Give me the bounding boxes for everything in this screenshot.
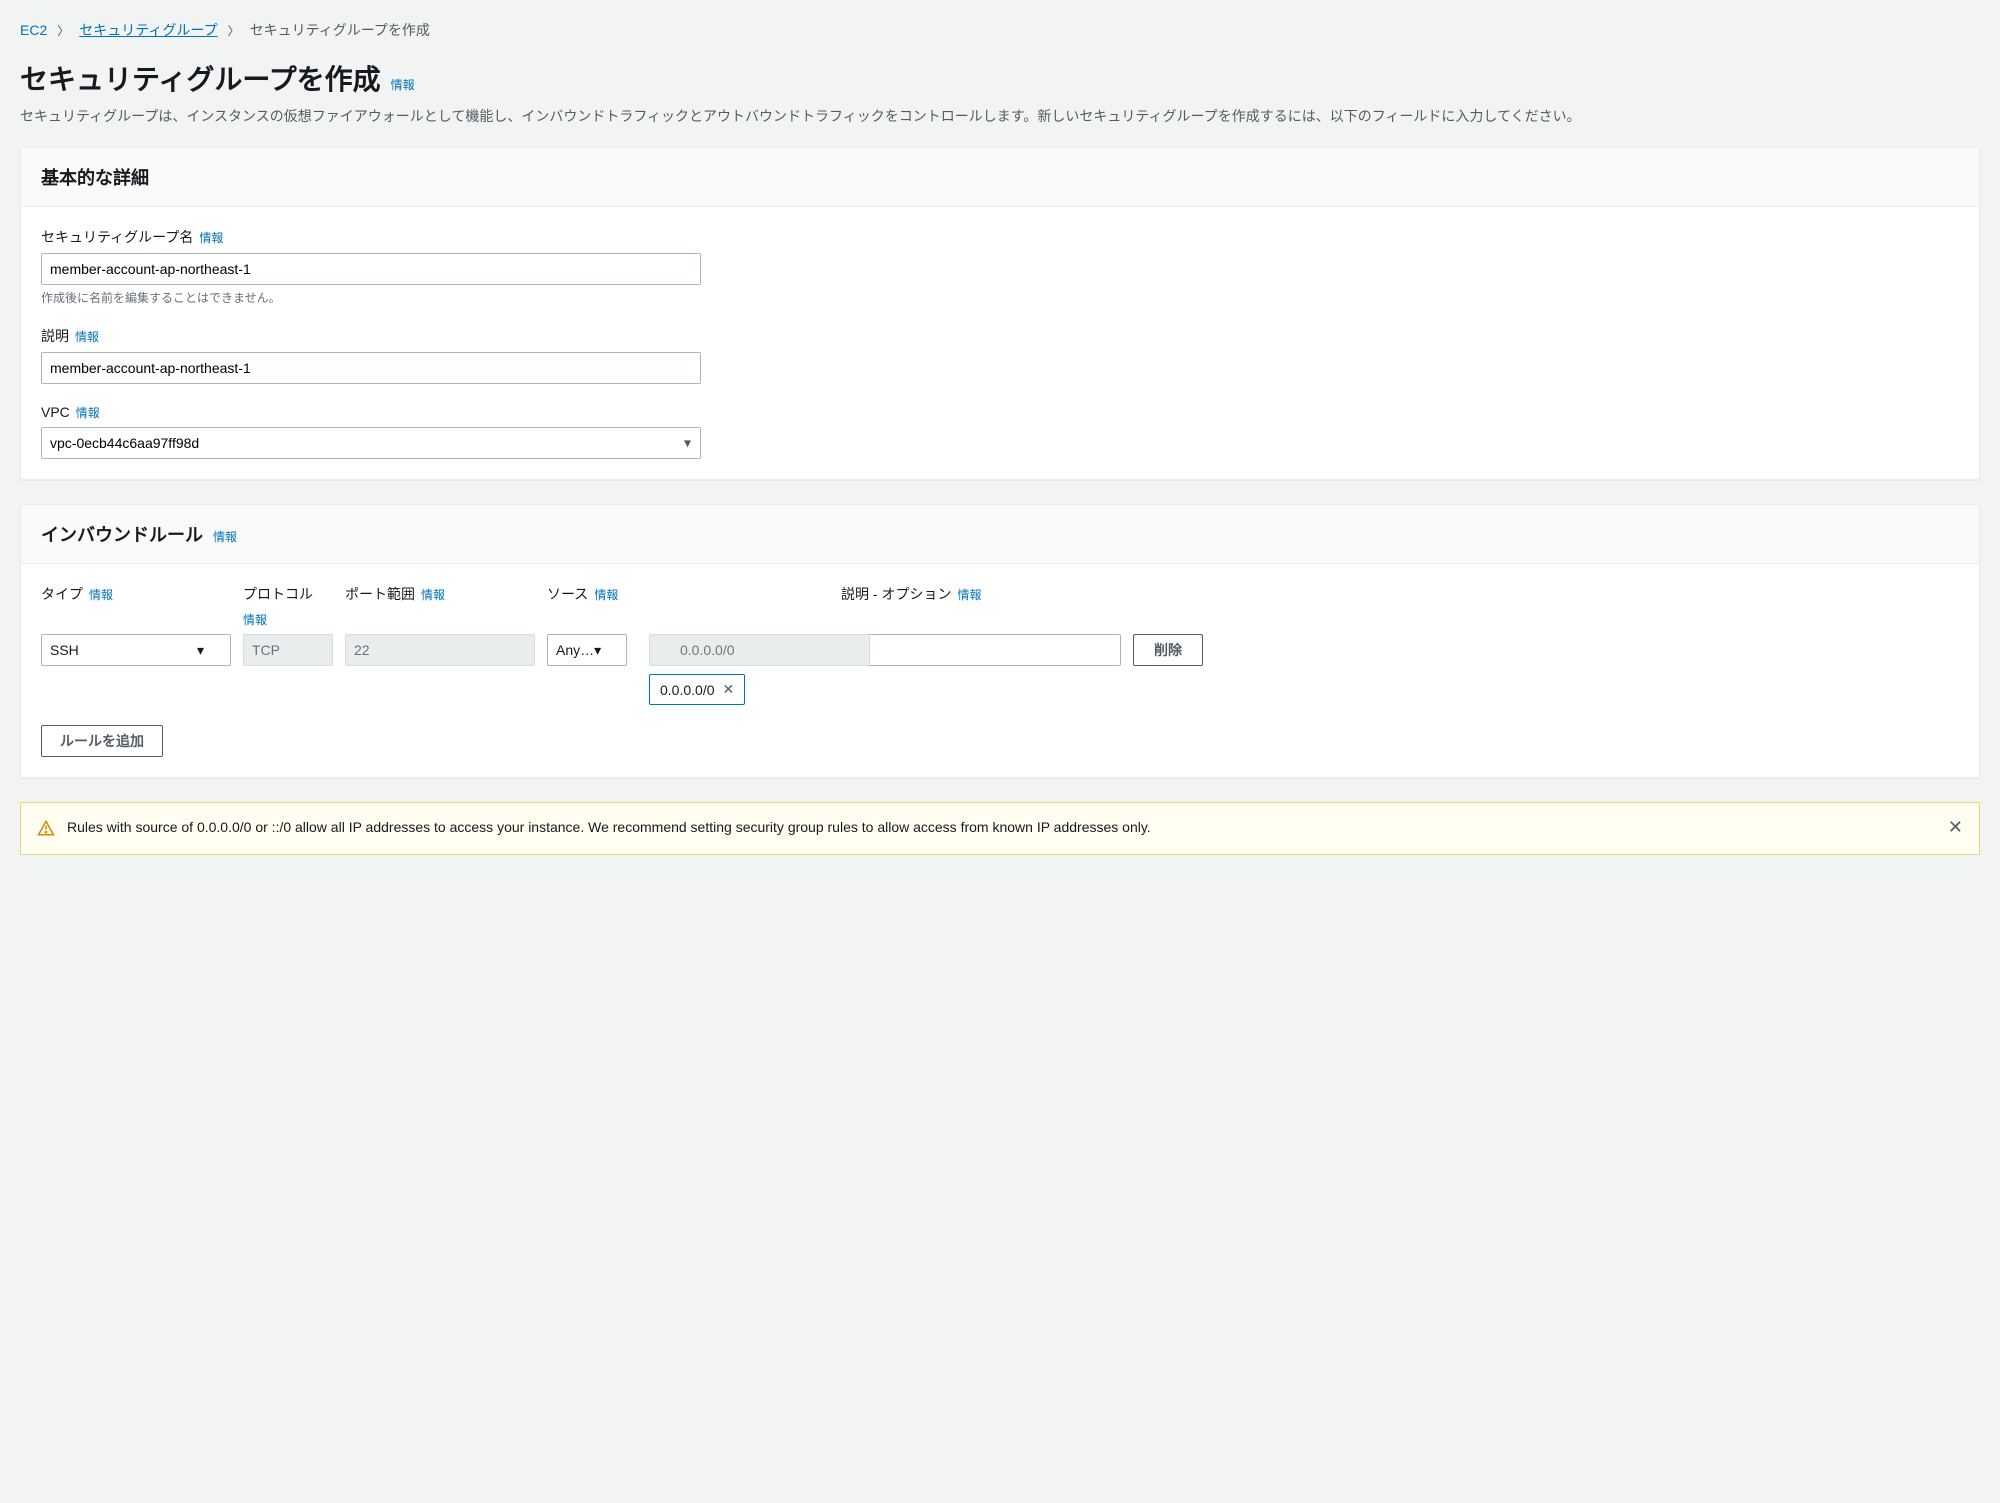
breadcrumb: EC2 〉 セキュリティグループ 〉 セキュリティグループを作成 <box>20 20 1980 40</box>
source-cidr-value: 0.0.0.0/0 <box>660 682 715 698</box>
inbound-rules-title: インバウンドルール <box>41 521 203 547</box>
basic-details-panel: 基本的な詳細 セキュリティグループ名 情報 作成後に名前を編集することはできませ… <box>20 147 1980 480</box>
col-desc: 説明 - オプション <box>841 584 951 604</box>
sg-name-input[interactable] <box>41 253 701 285</box>
info-link[interactable]: 情報 <box>243 611 267 628</box>
rule-source-type-select[interactable]: Any… ▾ <box>547 634 627 666</box>
panel-header-inbound: インバウンドルール 情報 <box>21 505 1979 564</box>
rules-header-row: タイプ 情報 プロトコル 情報 ポート範囲 情報 ソース 情報 説明 - オプシ… <box>41 584 1959 628</box>
inbound-rules-panel: インバウンドルール 情報 タイプ 情報 プロトコル 情報 ポート範囲 情報 ソー… <box>20 504 1980 778</box>
warning-message: Rules with source of 0.0.0.0/0 or ::/0 a… <box>67 817 1936 838</box>
caret-down-icon: ▾ <box>197 642 204 659</box>
info-link[interactable]: 情報 <box>213 528 237 545</box>
breadcrumb-current: セキュリティグループを作成 <box>250 20 430 40</box>
info-link[interactable]: 情報 <box>76 404 100 421</box>
add-rule-button[interactable]: ルールを追加 <box>41 725 163 757</box>
col-port: ポート範囲 <box>345 584 415 604</box>
vpc-select[interactable] <box>41 427 701 459</box>
page-title-text: セキュリティグループを作成 <box>20 58 381 98</box>
col-source: ソース <box>547 584 588 604</box>
rule-source-search[interactable] <box>649 634 870 666</box>
warning-icon <box>37 819 55 840</box>
info-link[interactable]: 情報 <box>199 229 223 246</box>
breadcrumb-security-groups[interactable]: セキュリティグループ <box>79 20 217 40</box>
page-title: セキュリティグループを作成 情報 <box>20 58 1980 98</box>
info-link[interactable]: 情報 <box>421 586 445 603</box>
sg-name-help: 作成後に名前を編集することはできません。 <box>41 289 1959 306</box>
basic-details-title: 基本的な詳細 <box>41 164 149 190</box>
info-link[interactable]: 情報 <box>594 586 618 603</box>
rule-type-value: SSH <box>50 642 79 658</box>
delete-rule-button[interactable]: 削除 <box>1133 634 1203 666</box>
rule-protocol-value: TCP <box>252 642 280 658</box>
sg-name-label: セキュリティグループ名 <box>41 227 193 247</box>
close-icon[interactable]: ✕ <box>1948 817 1963 838</box>
rule-source-type-value: Any… <box>556 642 594 658</box>
col-protocol: プロトコル <box>243 584 313 604</box>
rule-port-value: 22 <box>354 642 370 658</box>
rule-desc-input[interactable] <box>841 634 1121 666</box>
info-link[interactable]: 情報 <box>957 586 981 603</box>
panel-header-basic: 基本的な詳細 <box>21 148 1979 207</box>
rule-row: SSH ▾ TCP 22 Any… ▾ <box>41 634 1959 705</box>
rule-type-select[interactable]: SSH ▾ <box>41 634 231 666</box>
rule-port-field: 22 <box>345 634 535 666</box>
info-link[interactable]: 情報 <box>391 76 415 93</box>
caret-down-icon: ▾ <box>594 642 601 659</box>
source-cidr-token: 0.0.0.0/0 ✕ <box>649 674 745 705</box>
page-description: セキュリティグループは、インスタンスの仮想ファイアウォールとして機能し、インバウ… <box>20 106 1980 127</box>
sg-desc-input[interactable] <box>41 352 701 384</box>
chevron-right-icon: 〉 <box>228 22 240 39</box>
remove-token-icon[interactable]: ✕ <box>723 681 735 698</box>
rule-protocol-field: TCP <box>243 634 333 666</box>
info-link[interactable]: 情報 <box>89 586 113 603</box>
col-type: タイプ <box>41 584 83 604</box>
warning-alert: Rules with source of 0.0.0.0/0 or ::/0 a… <box>20 802 1980 855</box>
breadcrumb-ec2[interactable]: EC2 <box>20 22 47 38</box>
sg-desc-label: 説明 <box>41 326 69 346</box>
chevron-right-icon: 〉 <box>57 22 69 39</box>
vpc-label: VPC <box>41 404 70 420</box>
info-link[interactable]: 情報 <box>75 328 99 345</box>
